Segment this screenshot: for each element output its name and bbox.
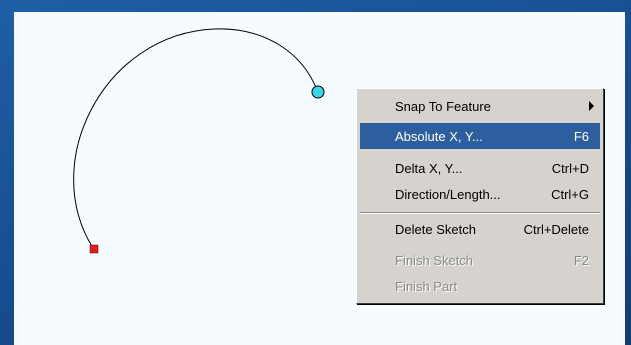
menu-item-direction-length[interactable]: Direction/Length... Ctrl+G: [360, 181, 600, 207]
start-vertex-icon[interactable]: [89, 244, 99, 254]
menu-separator: [360, 212, 600, 214]
menu-item-snap-to-feature[interactable]: Snap To Feature: [360, 93, 600, 119]
end-vertex-icon[interactable]: [311, 85, 325, 99]
menu-item-shortcut: Ctrl+Delete: [523, 221, 589, 237]
menu-item-label: Finish Part: [395, 278, 458, 294]
menu-item-absolute-xy[interactable]: Absolute X, Y... F6: [360, 123, 600, 149]
submenu-arrow-icon: [589, 101, 594, 111]
menu-item-label: Delta X, Y...: [395, 160, 463, 176]
menu-item-label: Direction/Length...: [395, 186, 501, 202]
context-menu: Snap To Feature Absolute X, Y... F6 Delt…: [356, 88, 604, 304]
menu-item-label: Snap To Feature: [395, 98, 491, 114]
menu-item-shortcut: Ctrl+G: [551, 186, 589, 202]
menu-item-label: Delete Sketch: [395, 221, 476, 237]
menu-item-label: Finish Sketch: [395, 252, 474, 268]
menu-item-finish-part: Finish Part: [360, 273, 600, 299]
menu-item-shortcut: F2: [573, 252, 589, 268]
menu-item-finish-sketch: Finish Sketch F2: [360, 247, 600, 273]
menu-item-delete-sketch[interactable]: Delete Sketch Ctrl+Delete: [360, 216, 600, 242]
menu-item-label: Absolute X, Y...: [395, 128, 483, 144]
menu-item-shortcut: Ctrl+D: [551, 160, 589, 176]
menu-item-shortcut: F6: [573, 128, 589, 144]
menu-item-delta-xy[interactable]: Delta X, Y... Ctrl+D: [360, 155, 600, 181]
sketch-arc[interactable]: [73, 28, 318, 249]
